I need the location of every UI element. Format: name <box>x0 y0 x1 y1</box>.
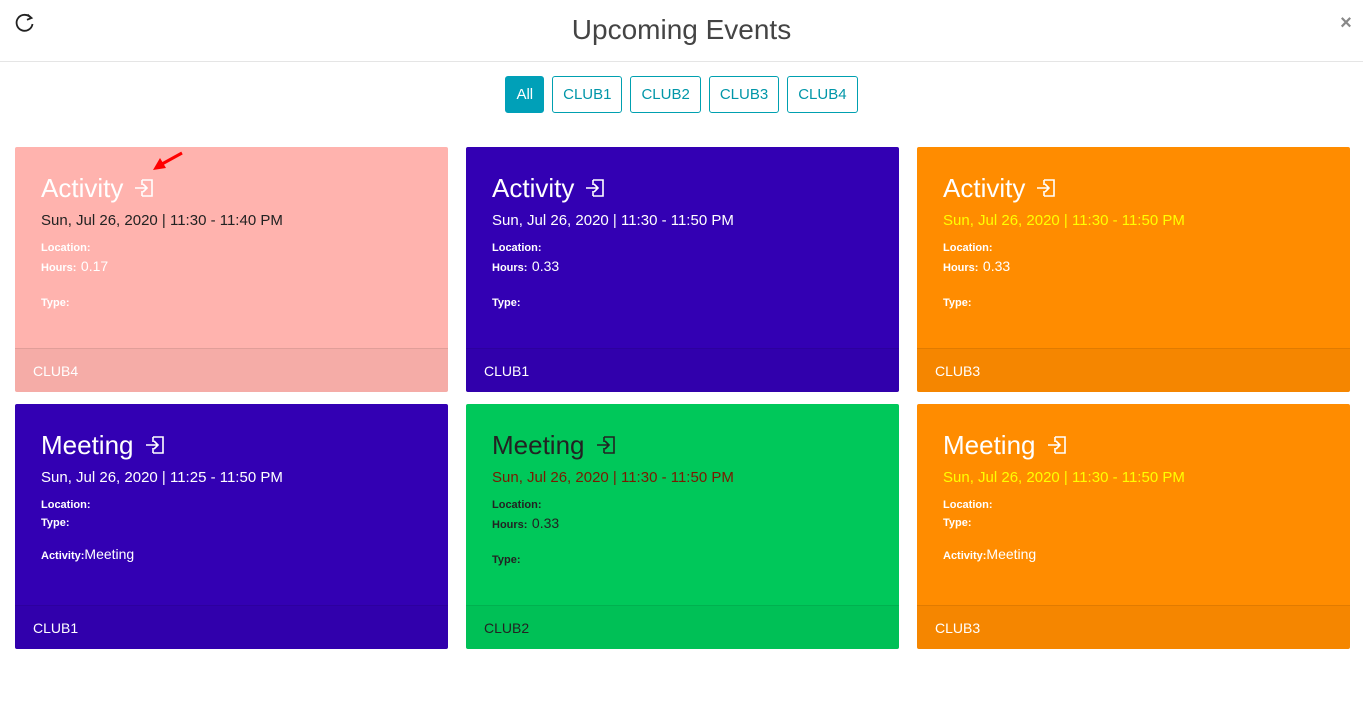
activity-label: Activity: <box>41 550 85 562</box>
filter-club4-button[interactable]: CLUB4 <box>787 76 858 113</box>
event-title: Activity <box>943 172 1026 203</box>
type-label: Type: <box>943 297 972 309</box>
location-label: Location: <box>943 242 993 254</box>
event-date: Sun, Jul 26, 2020 | 11:30 - 11:40 PM <box>41 212 283 229</box>
event-card: Meeting Sun, Jul 26, 2020 | 11:30 - 11:5… <box>466 404 899 649</box>
modal-header: Upcoming Events × <box>0 0 1363 62</box>
hours-label: Hours: <box>492 519 528 531</box>
activity-value: Meeting <box>84 546 135 562</box>
club-filter-group: All CLUB1 CLUB2 CLUB3 CLUB4 <box>0 76 1363 113</box>
close-icon[interactable]: × <box>1337 12 1355 34</box>
hours-value: 0.33 <box>531 515 560 531</box>
enter-icon[interactable] <box>1035 177 1057 199</box>
event-title: Meeting <box>492 429 585 460</box>
card-footer-club: CLUB3 <box>917 348 1350 392</box>
hours-value: 0.33 <box>531 258 560 274</box>
event-card: Activity Sun, Jul 26, 2020 | 11:30 - 11:… <box>466 147 899 392</box>
event-title: Meeting <box>41 429 134 460</box>
red-arrow-icon <box>153 151 183 170</box>
hours-label: Hours: <box>943 262 979 274</box>
hours-value: 0.17 <box>80 258 109 274</box>
page-title: Upcoming Events <box>571 14 792 45</box>
type-label: Type: <box>492 554 521 566</box>
location-label: Location: <box>492 499 542 511</box>
event-date: Sun, Jul 26, 2020 | 11:30 - 11:50 PM <box>492 212 734 229</box>
card-footer-club: CLUB2 <box>466 605 899 649</box>
location-label: Location: <box>492 242 542 254</box>
filter-club2-button[interactable]: CLUB2 <box>630 76 701 113</box>
hours-value: 0.33 <box>982 258 1011 274</box>
event-card: Meeting Sun, Jul 26, 2020 | 11:25 - 11:5… <box>15 404 448 649</box>
type-label: Type: <box>492 297 521 309</box>
filter-all-button[interactable]: All <box>505 76 545 113</box>
enter-icon[interactable] <box>144 434 166 456</box>
type-label: Type: <box>943 517 972 529</box>
location-label: Location: <box>41 499 91 511</box>
hours-label: Hours: <box>41 262 77 274</box>
event-date: Sun, Jul 26, 2020 | 11:30 - 11:50 PM <box>943 469 1185 486</box>
activity-value: Meeting <box>986 546 1037 562</box>
type-label: Type: <box>41 517 70 529</box>
activity-label: Activity: <box>943 550 987 562</box>
enter-icon[interactable] <box>1046 434 1068 456</box>
enter-icon[interactable] <box>595 434 617 456</box>
enter-icon[interactable] <box>133 177 155 199</box>
type-label: Type: <box>41 297 70 309</box>
card-footer-club: CLUB4 <box>15 348 448 392</box>
hours-label: Hours: <box>492 262 528 274</box>
event-card: Activity Sun, Jul 26, 2020 | 11:30 - 11:… <box>917 147 1350 392</box>
card-footer-club: CLUB1 <box>15 605 448 649</box>
filter-club3-button[interactable]: CLUB3 <box>708 76 780 113</box>
location-label: Location: <box>41 242 91 254</box>
event-date: Sun, Jul 26, 2020 | 11:25 - 11:50 PM <box>41 469 283 486</box>
enter-icon[interactable] <box>584 177 606 199</box>
event-title: Meeting <box>943 429 1036 460</box>
card-footer-club: CLUB1 <box>466 348 899 392</box>
event-title: Activity <box>41 172 124 203</box>
event-title: Activity <box>492 172 575 203</box>
filter-club1-button[interactable]: CLUB1 <box>552 76 623 113</box>
location-label: Location: <box>943 499 993 511</box>
event-card: Meeting Sun, Jul 26, 2020 | 11:30 - 11:5… <box>917 404 1350 649</box>
event-card: Activity Sun, Jul 26, 2020 | 11:30 - 11:… <box>15 147 448 392</box>
event-date: Sun, Jul 26, 2020 | 11:30 - 11:50 PM <box>943 212 1185 229</box>
card-footer-club: CLUB3 <box>917 605 1350 649</box>
event-date: Sun, Jul 26, 2020 | 11:30 - 11:50 PM <box>492 469 734 486</box>
